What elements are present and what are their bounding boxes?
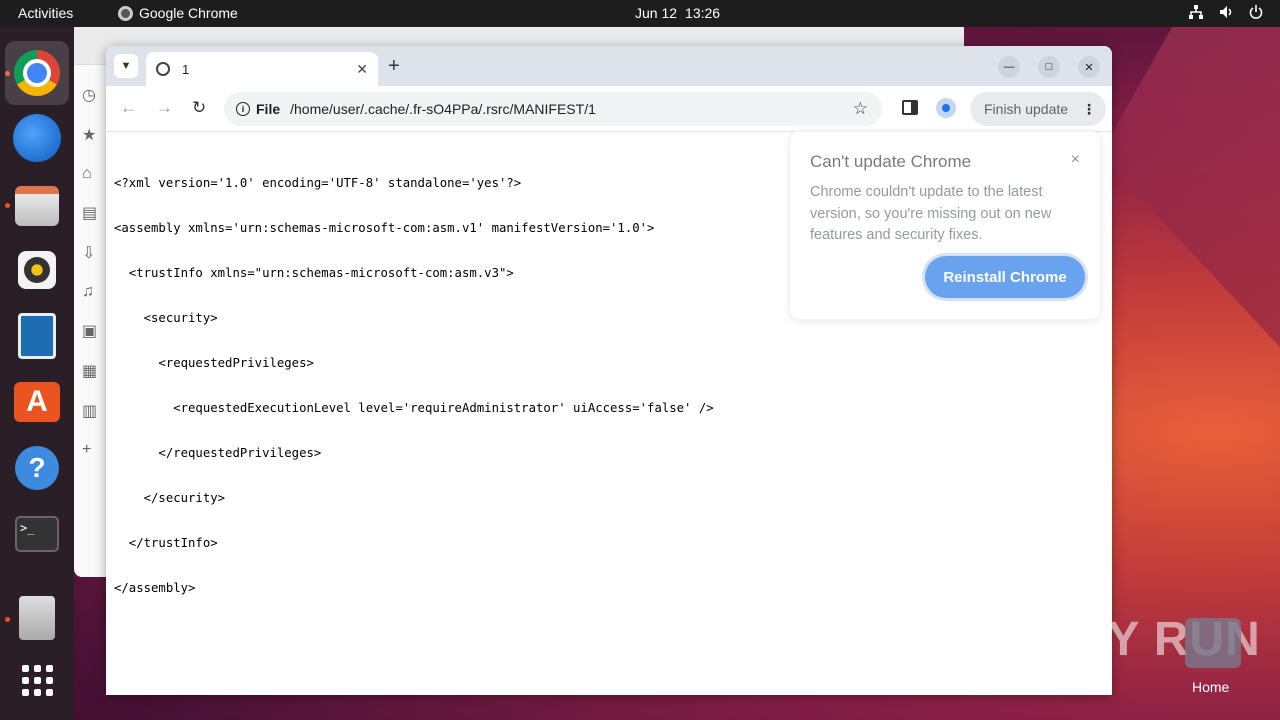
back-button[interactable]: ←: [120, 98, 137, 118]
grid-icon: [21, 664, 53, 696]
tab-search-button[interactable]: ▼: [114, 54, 138, 78]
starred-icon[interactable]: ★: [82, 125, 97, 145]
new-tab-button[interactable]: +: [388, 55, 400, 78]
forward-button[interactable]: →: [156, 98, 173, 118]
xml-line: <requestedExecutionLevel level='requireA…: [114, 401, 714, 415]
add-location-icon[interactable]: +: [82, 441, 97, 459]
trash-icon[interactable]: ▥: [82, 401, 97, 421]
documents-icon[interactable]: ▤: [82, 203, 97, 223]
top-bar: Activities Google Chrome Jun 12 13:26: [0, 0, 1280, 27]
power-icon: [1248, 4, 1264, 20]
xml-line: <requestedPrivileges>: [114, 356, 314, 370]
tab-close-icon[interactable]: ✕: [356, 61, 368, 78]
music-icon[interactable]: ♫: [82, 283, 97, 301]
volume-icon: [1218, 4, 1234, 20]
date: Jun 12: [635, 5, 678, 21]
app-center-icon: A: [14, 382, 60, 422]
update-error-popup: Can't update Chrome × Chrome couldn't up…: [789, 130, 1101, 320]
dock-thunderbird[interactable]: [12, 113, 62, 163]
reinstall-chrome-button[interactable]: Reinstall Chrome: [925, 256, 1085, 298]
dock-terminal[interactable]: >_: [12, 509, 62, 559]
chevron-down-icon: ▼: [120, 60, 132, 72]
chrome-window: ▼ 1 ✕ + — □ ✕ ← → ↻ i File /home/user/.c…: [106, 46, 1112, 695]
running-indicator: [5, 203, 10, 208]
xml-line: <assembly xmlns='urn:schemas-microsoft-c…: [114, 221, 655, 235]
dock-help[interactable]: ?: [12, 443, 62, 493]
url-text[interactable]: /home/user/.cache/.fr-sO4PPa/.rsrc/MANIF…: [290, 101, 596, 117]
popup-title: Can't update Chrome: [810, 152, 972, 171]
address-bar[interactable]: i File /home/user/.cache/.fr-sO4PPa/.rsr…: [224, 92, 882, 126]
show-apps-button[interactable]: [12, 655, 62, 705]
videos-icon[interactable]: ▦: [82, 361, 97, 381]
popup-body: Chrome couldn't update to the latest ver…: [810, 184, 1052, 243]
tab-active[interactable]: 1 ✕: [146, 52, 378, 86]
scheme-label: File: [256, 101, 281, 117]
close-window-button[interactable]: ✕: [1078, 56, 1100, 78]
finish-update-label: Finish update: [984, 101, 1069, 117]
xml-line: <security>: [114, 311, 218, 325]
xml-line: <?xml version='1.0' encoding='UTF-8' sta…: [114, 176, 522, 190]
app-name: Google Chrome: [139, 5, 238, 21]
writer-icon: [18, 313, 56, 359]
clock[interactable]: Jun 12 13:26: [635, 5, 720, 21]
tab-title: 1: [182, 61, 190, 77]
home-icon[interactable]: ⌂: [82, 165, 97, 183]
maximize-button[interactable]: □: [1038, 56, 1060, 78]
downloads-icon[interactable]: ⇩: [82, 243, 97, 263]
finish-update-button[interactable]: Finish update ⋮: [970, 92, 1106, 126]
info-icon: i: [236, 102, 250, 116]
toolbar: ← → ↻ i File /home/user/.cache/.fr-sO4PP…: [106, 86, 1112, 132]
chrome-icon: [14, 50, 60, 96]
reload-button[interactable]: ↻: [192, 98, 206, 118]
xml-line: </requestedPrivileges>: [114, 446, 322, 460]
time: 13:26: [685, 5, 721, 21]
wallpaper-shape: [1100, 27, 1280, 347]
xml-line: </security>: [114, 491, 226, 505]
page-content: <?xml version='1.0' encoding='UTF-8' sta…: [114, 146, 714, 626]
xml-line: </assembly>: [114, 581, 196, 595]
recent-icon[interactable]: ◷: [82, 85, 97, 105]
minimize-button[interactable]: —: [998, 56, 1020, 78]
chrome-icon: [118, 5, 133, 21]
thunderbird-icon: [13, 114, 61, 162]
bookmark-star-icon[interactable]: ☆: [853, 99, 868, 119]
files-sidebar: ◷ ★ ⌂ ▤ ⇩ ♫ ▣ ▦ ▥ +: [82, 85, 97, 459]
files-icon: [15, 186, 59, 226]
rhythmbox-icon: [18, 251, 56, 289]
terminal-icon: >_: [15, 516, 59, 552]
dock-writer[interactable]: [12, 311, 62, 361]
globe-icon: [156, 62, 170, 76]
network-icon: [1188, 4, 1204, 20]
xml-line: <trustInfo xmlns="urn:schemas-microsoft-…: [114, 266, 514, 280]
dock-archive-manager[interactable]: [12, 593, 62, 643]
xml-line: </trustInfo>: [114, 536, 218, 550]
popup-close-icon[interactable]: ×: [1071, 151, 1080, 169]
activities-button[interactable]: Activities: [18, 5, 73, 21]
dock-app-center[interactable]: A: [12, 377, 62, 427]
archive-icon: [19, 596, 55, 640]
more-vert-icon: ⋮: [1082, 100, 1096, 117]
home-folder-icon[interactable]: [1185, 618, 1241, 668]
pictures-icon[interactable]: ▣: [82, 321, 97, 341]
site-info-chip[interactable]: i File: [224, 101, 290, 117]
dock-chrome[interactable]: [5, 41, 69, 105]
side-panel-icon[interactable]: [902, 100, 918, 115]
system-tray[interactable]: [1188, 4, 1264, 20]
dock-rhythmbox[interactable]: [12, 245, 62, 295]
running-indicator: [5, 617, 10, 622]
profile-avatar-icon[interactable]: [936, 98, 956, 118]
dock: A ? >_: [0, 27, 74, 720]
dock-files[interactable]: [12, 181, 62, 231]
home-folder-label: Home: [1192, 679, 1230, 695]
app-menu[interactable]: Google Chrome: [118, 5, 238, 21]
help-icon: ?: [15, 446, 59, 490]
tab-strip: ▼ 1 ✕ + — □ ✕: [106, 46, 1112, 86]
